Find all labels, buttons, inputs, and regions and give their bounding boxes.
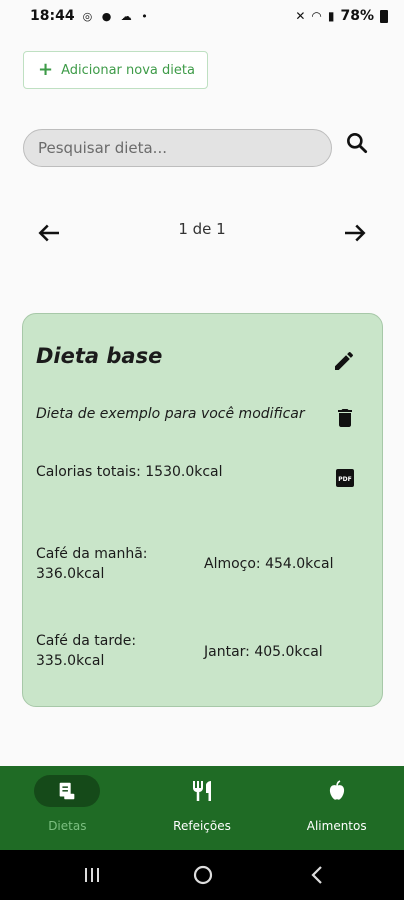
instagram-icon: ◎ xyxy=(82,9,96,23)
battery-percentage: 78% xyxy=(340,8,374,24)
pdf-icon[interactable]: PDF xyxy=(333,466,357,490)
fork-knife-icon xyxy=(193,781,211,801)
signal-icon: ▮ xyxy=(327,9,335,23)
nav-label-dietas: Dietas xyxy=(48,819,87,833)
search-icon[interactable] xyxy=(344,130,370,156)
add-diet-label: Adicionar nova dieta xyxy=(61,62,195,78)
edit-icon[interactable] xyxy=(332,349,356,373)
next-page-arrow-icon[interactable] xyxy=(340,218,370,248)
apple-icon xyxy=(329,780,344,800)
mute-icon: ✕ xyxy=(295,9,306,23)
nav-item-refeicoes[interactable]: Refeições xyxy=(135,766,270,850)
wifi-icon: ◠ xyxy=(311,9,322,23)
app-icon: ● xyxy=(101,9,115,23)
svg-text:PDF: PDF xyxy=(338,476,351,483)
delete-icon[interactable] xyxy=(333,406,357,430)
diet-icon xyxy=(59,782,75,800)
plus-icon: + xyxy=(38,59,54,80)
status-bar: 18:44 ◎ ● ☁ • ✕ ◠ ▮ 78% xyxy=(0,0,404,32)
battery-icon xyxy=(380,9,388,23)
add-diet-button[interactable]: + Adicionar nova dieta xyxy=(23,51,208,89)
meal-lunch: Almoço: 454.0kcal xyxy=(204,556,334,572)
cloud-icon: ☁ xyxy=(120,9,135,23)
dot-icon: • xyxy=(141,9,151,23)
search-input[interactable] xyxy=(23,129,332,167)
total-calories: Calorias totais: 1530.0kcal xyxy=(36,464,223,480)
nav-item-alimentos[interactable]: Alimentos xyxy=(269,766,404,850)
recent-apps-icon[interactable] xyxy=(80,864,104,886)
home-icon[interactable] xyxy=(191,864,215,886)
bottom-navigation: Dietas Refeições Alimentos xyxy=(0,766,404,850)
meal-afternoon-snack: Café da tarde: 335.0kcal xyxy=(36,633,137,669)
previous-page-arrow-icon[interactable] xyxy=(34,218,64,248)
diet-description: Dieta de exemplo para você modificar xyxy=(36,406,305,422)
system-navigation-bar xyxy=(0,850,404,900)
notification-icons: ◎ ● ☁ • xyxy=(83,10,151,23)
meal-breakfast: Café da manhã: 336.0kcal xyxy=(36,546,148,582)
nav-label-refeicoes: Refeições xyxy=(173,819,231,833)
back-icon[interactable] xyxy=(306,864,330,886)
nav-label-alimentos: Alimentos xyxy=(306,819,367,833)
diet-title: Dieta base xyxy=(36,344,163,368)
status-right: ✕ ◠ ▮ 78% xyxy=(295,8,388,24)
diet-card[interactable]: Dieta base Dieta de exemplo para você mo… xyxy=(22,313,383,707)
status-time: 18:44 xyxy=(30,8,75,24)
meal-dinner: Jantar: 405.0kcal xyxy=(204,644,323,660)
nav-item-dietas[interactable]: Dietas xyxy=(0,766,135,850)
page-indicator: 1 de 1 xyxy=(178,220,226,238)
nav-active-indicator xyxy=(34,775,101,807)
